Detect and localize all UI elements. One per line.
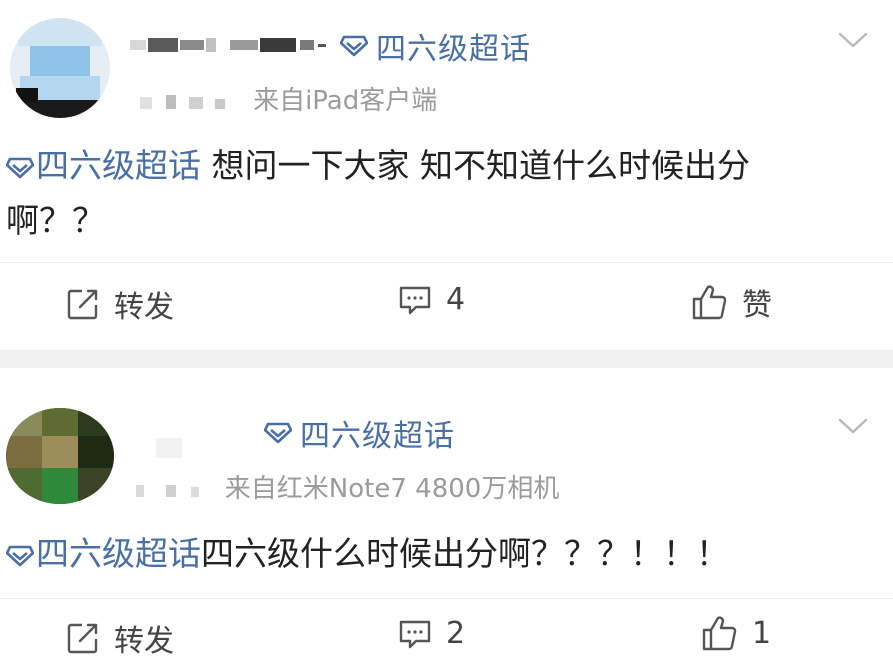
post-separator	[0, 350, 893, 368]
avatar[interactable]	[10, 18, 110, 118]
diamond-icon	[264, 422, 292, 444]
topic-tag-text: 四六级超话	[36, 534, 201, 573]
post-source: 来自红米Note7 4800万相机	[224, 474, 560, 504]
thumbs-up-icon	[702, 616, 737, 651]
thumbs-up-icon	[692, 285, 727, 320]
username-blurred[interactable]	[130, 32, 330, 58]
comment-icon	[399, 286, 431, 314]
post-text: 四六级什么时候出分啊？？？！！！	[201, 534, 729, 573]
repost-label: 转发	[114, 624, 174, 659]
chevron-down-icon[interactable]	[838, 416, 868, 436]
chevron-down-icon[interactable]	[838, 30, 868, 50]
topic-tag-link[interactable]: 四六级超话	[5, 146, 201, 185]
diamond-icon	[340, 35, 368, 57]
repost-icon	[67, 623, 98, 654]
username-blurred[interactable]	[150, 432, 190, 462]
post-source: 来自iPad客户端	[253, 86, 438, 116]
comment-button[interactable]: 4	[398, 282, 465, 317]
repost-icon	[67, 289, 98, 320]
post-content: 四六级超话 想问一下大家 知不知道什么时候出分 啊？？	[5, 138, 876, 248]
supertopic-name: 四六级超话	[300, 419, 455, 454]
comment-count: 2	[446, 616, 466, 651]
post-meta: 来自iPad客户端	[140, 80, 437, 117]
diamond-icon	[5, 157, 35, 179]
repost-button[interactable]: 转发	[66, 282, 174, 326]
divider	[0, 262, 893, 263]
post-card-1: 四六级超话 来自iPad客户端 四六级超话 想问一下大家 知不知道什么时候出分 …	[0, 0, 893, 345]
repost-button[interactable]: 转发	[66, 616, 174, 660]
supertopic-name: 四六级超话	[376, 32, 531, 67]
post-content: 四六级超话四六级什么时候出分啊？？？！！！	[5, 526, 876, 581]
diamond-icon	[5, 545, 35, 567]
like-count: 1	[752, 615, 772, 651]
avatar[interactable]	[6, 408, 114, 504]
action-bar: 转发 2 1	[0, 606, 893, 666]
post-card-2: 四六级超话 来自红米Note7 4800万相机 四六级超话四六级什么时候出分啊？…	[0, 368, 893, 671]
topic-tag-link[interactable]: 四六级超话	[5, 534, 201, 573]
comment-button[interactable]: 2	[398, 616, 465, 651]
repost-label: 转发	[114, 290, 174, 325]
divider	[0, 598, 893, 599]
like-button[interactable]: 1	[700, 614, 771, 652]
post-text: 想问一下大家 知不知道什么时候出分	[201, 146, 750, 185]
post-text-line-2: 啊？？	[6, 201, 105, 240]
supertopic-header-link[interactable]: 四六级超话	[264, 411, 455, 455]
comment-count: 4	[446, 282, 466, 317]
like-label: 赞	[742, 288, 772, 323]
action-bar: 转发 4 赞	[0, 272, 893, 332]
like-button[interactable]: 赞	[690, 280, 772, 324]
post-meta: 来自红米Note7 4800万相机	[136, 468, 559, 505]
comment-icon	[399, 620, 431, 648]
supertopic-header-link[interactable]: 四六级超话	[340, 24, 531, 68]
topic-tag-text: 四六级超话	[36, 146, 201, 185]
